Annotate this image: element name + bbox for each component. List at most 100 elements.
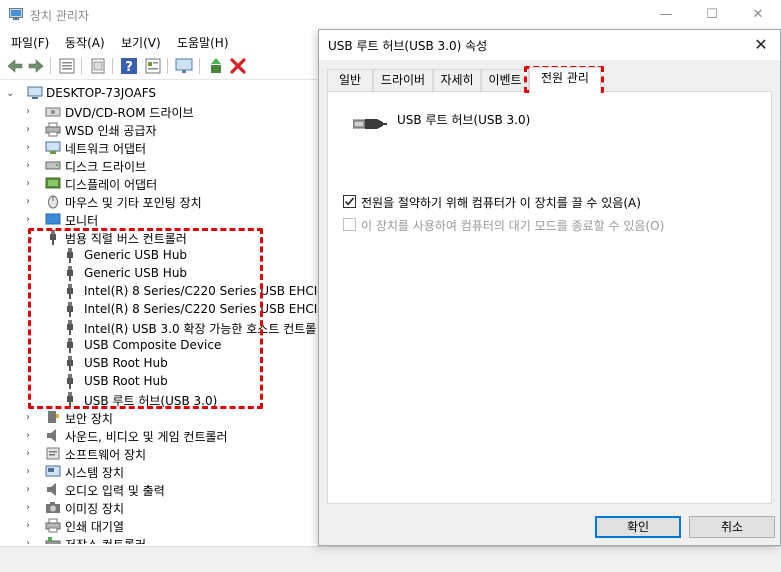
menu-view[interactable]: 보기(V) — [121, 34, 161, 51]
menu-help[interactable]: 도움말(H) — [177, 34, 229, 51]
tab-power-management[interactable]: 전원 관리 — [529, 67, 601, 93]
allow-power-off-label: 전원을 절약하기 위해 컴퓨터가 이 장치를 끌 수 있음(A) — [361, 196, 641, 210]
usb-plug-icon — [353, 119, 387, 129]
system-device-icon — [45, 465, 61, 477]
storage-controller-icon — [45, 537, 61, 544]
chevron-right-icon[interactable]: › — [26, 213, 36, 227]
category-label: 오디오 입력 및 출력 — [65, 484, 165, 498]
chevron-right-icon[interactable]: › — [26, 465, 36, 479]
chevron-down-icon[interactable]: ⌄ — [26, 231, 36, 245]
toolbar-separator — [50, 58, 51, 74]
usb-device-label: Intel(R) USB 3.0 확장 가능한 호스트 컨트롤 — [84, 322, 317, 336]
chevron-right-icon[interactable]: › — [26, 447, 36, 461]
monitor-icon[interactable] — [175, 57, 193, 75]
chevron-right-icon[interactable]: › — [26, 159, 36, 173]
root-label: DESKTOP-73JOAFS — [46, 86, 157, 100]
usb-device-label: USB Composite Device — [84, 338, 222, 352]
toolbar-separator — [112, 58, 113, 74]
chevron-right-icon[interactable]: › — [26, 123, 36, 137]
usb-icon — [67, 356, 73, 371]
category-label: 디스크 드라이브 — [65, 160, 147, 174]
maximize-button[interactable]: ☐ — [689, 0, 735, 30]
dialog-title-bar: USB 루트 허브(USB 3.0) 속성 ✕ — [319, 30, 780, 60]
allow-wake-checkbox[interactable] — [343, 218, 356, 231]
back-icon[interactable] — [6, 57, 24, 75]
usb-icon — [67, 320, 73, 335]
chevron-right-icon[interactable]: › — [26, 483, 36, 497]
usb-icon — [50, 230, 56, 245]
usb-device-label: USB Root Hub — [84, 374, 168, 388]
category-label: 마우스 및 기타 포인팅 장치 — [65, 196, 202, 210]
chevron-right-icon[interactable]: › — [26, 501, 36, 515]
title-bar: 장치 관리자 — ☐ ✕ — [0, 0, 781, 30]
usb-icon — [67, 302, 73, 317]
view-icon[interactable] — [144, 57, 162, 75]
disk-drive-icon — [45, 161, 61, 170]
uninstall-icon[interactable] — [229, 57, 247, 75]
close-button[interactable]: ✕ — [735, 0, 781, 30]
chevron-right-icon[interactable]: › — [26, 177, 36, 191]
monitor-device-icon — [45, 213, 61, 225]
minimize-button[interactable]: — — [643, 0, 689, 30]
usb-icon — [67, 374, 73, 389]
category-label: 보안 장치 — [65, 412, 113, 426]
audio-io-icon — [47, 483, 56, 496]
chevron-right-icon[interactable]: › — [26, 537, 36, 544]
usb-icon — [67, 248, 73, 263]
menu-action[interactable]: 동작(A) — [65, 34, 105, 51]
usb-device-label: Generic USB Hub — [84, 248, 188, 262]
chevron-right-icon[interactable]: › — [26, 429, 36, 443]
menu-file[interactable]: 파일(F) — [11, 34, 49, 51]
security-device-icon — [48, 411, 59, 423]
forward-icon[interactable] — [27, 57, 45, 75]
device-tree: ⌄ DESKTOP-73JOAFS › DVD/CD-ROM 드라이브 › WS… — [0, 81, 318, 544]
tab-details[interactable]: 자세히 — [433, 69, 481, 91]
window-title: 장치 관리자 — [30, 9, 90, 23]
category-label: 인쇄 대기열 — [65, 520, 125, 534]
update-icon[interactable] — [89, 57, 107, 75]
chevron-right-icon[interactable]: › — [26, 195, 36, 209]
ok-button[interactable]: 확인 — [595, 516, 681, 538]
svg-text:?: ? — [125, 60, 133, 75]
printer-icon — [45, 122, 61, 137]
category-label: DVD/CD-ROM 드라이브 — [65, 106, 194, 120]
help-icon[interactable]: ? — [120, 57, 138, 75]
device-manager-icon — [9, 8, 23, 20]
printer-icon — [45, 518, 61, 533]
chevron-down-icon[interactable]: ⌄ — [6, 87, 16, 101]
usb-device-label: Generic USB Hub — [84, 266, 188, 280]
power-management-panel: USB 루트 허브(USB 3.0) 전원을 절약하기 위해 컴퓨터가 이 장치… — [327, 91, 772, 504]
properties-icon[interactable] — [58, 57, 76, 75]
display-adapter-icon — [45, 177, 61, 189]
toolbar-separator — [81, 58, 82, 74]
checkmark-icon — [344, 197, 355, 206]
category-label: 네트워크 어댑터 — [65, 142, 147, 156]
tab-general[interactable]: 일반 — [327, 69, 373, 91]
camera-icon — [46, 502, 60, 513]
cancel-button[interactable]: 취소 — [689, 516, 775, 538]
category-label: 이미징 장치 — [65, 502, 125, 516]
chevron-right-icon[interactable]: › — [26, 105, 36, 119]
computer-icon — [27, 86, 43, 99]
category-label: 디스플레이 어댑터 — [65, 178, 158, 192]
chevron-right-icon[interactable]: › — [26, 519, 36, 533]
add-driver-icon[interactable] — [207, 57, 225, 75]
tab-events[interactable]: 이벤트 — [481, 69, 529, 91]
usb-device-label: Intel(R) 8 Series/C220 Series USB EHCI #… — [84, 302, 318, 316]
software-device-icon — [46, 447, 60, 460]
usb-icon — [67, 266, 73, 281]
category-label: 사운드, 비디오 및 게임 컨트롤러 — [65, 430, 228, 444]
chevron-right-icon[interactable]: › — [26, 411, 36, 425]
dialog-close-button[interactable]: ✕ — [744, 30, 778, 60]
network-adapter-icon — [45, 141, 61, 154]
tab-driver[interactable]: 드라이버 — [373, 69, 433, 91]
speaker-icon — [47, 429, 56, 442]
allow-wake-label: 이 장치를 사용하여 컴퓨터의 대기 모드를 종료할 수 있음(O) — [361, 219, 665, 233]
properties-dialog: USB 루트 허브(USB 3.0) 속성 ✕ 일반 드라이버 자세히 이벤트 … — [318, 29, 781, 546]
toolbar-separator — [199, 58, 200, 74]
category-label: 시스템 장치 — [65, 466, 125, 480]
usb-icon — [67, 392, 73, 407]
chevron-right-icon[interactable]: › — [26, 141, 36, 155]
allow-power-off-checkbox[interactable] — [343, 195, 356, 208]
dvd-drive-icon — [45, 107, 61, 117]
